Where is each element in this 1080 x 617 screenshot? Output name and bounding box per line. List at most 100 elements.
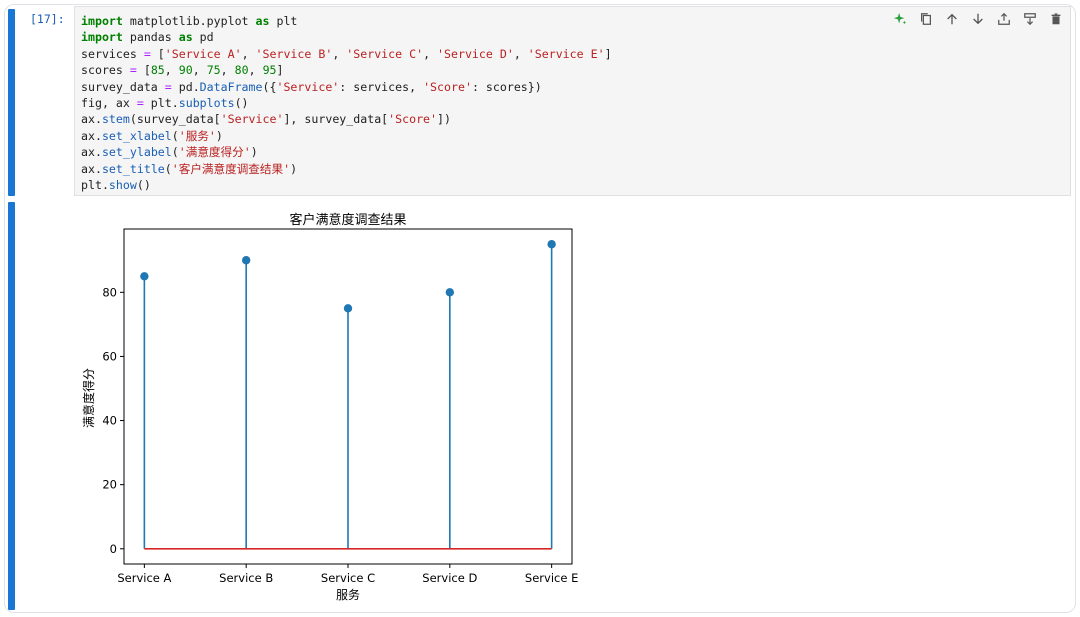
code-token: 75 — [206, 63, 221, 78]
y-axis-label: 满意度得分 — [81, 368, 96, 428]
code-token: () — [234, 96, 249, 111]
code-token: ( — [171, 145, 179, 160]
code-token: survey_data — [81, 79, 165, 94]
code-token: ax. — [81, 112, 102, 127]
code-token: , — [332, 46, 347, 61]
y-tick-label: 80 — [102, 285, 117, 299]
code-line: ax.stem(survey_data['Service'], survey_d… — [81, 112, 451, 126]
code-token: ) — [290, 161, 298, 176]
code-token: 'Service A' — [164, 46, 242, 61]
code-token: = — [129, 63, 137, 78]
code-token: import — [81, 14, 123, 28]
stem-marker — [343, 304, 353, 313]
code-token: show — [108, 178, 137, 193]
code-token: 'Score' — [423, 79, 472, 94]
y-tick-label: 40 — [102, 414, 117, 428]
code-token: plt. — [81, 178, 109, 193]
code-token: ax. — [81, 128, 102, 143]
code-token: 'Service' — [220, 112, 284, 127]
code-token: 85 — [150, 63, 165, 78]
execution-count: [17]: — [30, 12, 65, 26]
code-token: 'Service B' — [255, 46, 333, 61]
input-collapser[interactable] — [8, 9, 15, 196]
code-token: ]) — [437, 112, 451, 127]
code-token: () — [136, 178, 151, 193]
code-token: ] — [276, 63, 284, 78]
code-token: , — [241, 46, 256, 61]
code-token: '满意度得分' — [178, 145, 251, 160]
stem-marker — [547, 240, 556, 249]
code-token: , — [248, 63, 263, 78]
code-token: : scores}) — [471, 79, 542, 94]
y-tick-label: 20 — [102, 478, 117, 492]
y-tick-label: 0 — [110, 542, 117, 556]
code-line: survey_data = pd.DataFrame({'Service': s… — [81, 80, 542, 94]
code-token: scores — [81, 63, 130, 78]
code-text[interactable]: import matplotlib.pyplot as plt import p… — [81, 13, 612, 193]
sparkle-icon — [893, 12, 907, 25]
code-token: '客户满意度调查结果' — [171, 161, 291, 176]
x-tick-label: Service E — [525, 571, 578, 585]
duplicate-icon — [921, 13, 931, 25]
code-token: matplotlib.pyplot — [122, 14, 256, 28]
code-token: = — [164, 79, 172, 94]
code-token: import — [81, 30, 123, 45]
code-token: ( — [164, 161, 172, 176]
code-token: as — [255, 14, 270, 28]
code-line: ax.set_ylabel('满意度得分') — [81, 145, 258, 159]
stem-marker — [241, 256, 251, 265]
code-line: services = ['Service A', 'Service B', 'S… — [81, 47, 612, 61]
code-token: ({ — [262, 79, 277, 94]
insert-above-button[interactable] — [994, 10, 1014, 28]
stem-chart: 客户满意度调查结果 服务 满意度得分 0 20 40 60 80 Service A Ser… — [81, 212, 578, 602]
cell-toolbar — [890, 10, 1066, 28]
code-token: : services, — [339, 79, 424, 94]
sparkle-button[interactable] — [890, 10, 910, 28]
code-token: set_ylabel — [101, 145, 172, 160]
delete-icon — [1051, 13, 1061, 25]
code-token: plt. — [143, 96, 179, 111]
code-token: [ — [150, 46, 165, 61]
code-token: 80 — [234, 63, 249, 78]
code-token: stem — [101, 112, 130, 127]
code-token: fig, ax — [81, 96, 137, 111]
code-token: [ — [136, 63, 151, 78]
code-token: set_xlabel — [101, 128, 172, 143]
x-axis-label: 服务 — [336, 587, 360, 602]
delete-button[interactable] — [1046, 10, 1066, 28]
code-token: 'Service E' — [527, 46, 605, 61]
insert-below-button[interactable] — [1020, 10, 1040, 28]
code-token: 'Score' — [388, 112, 438, 127]
code-token: ) — [215, 128, 223, 143]
code-token: = — [143, 46, 151, 61]
code-token: 'Service' — [276, 79, 340, 94]
code-token: , — [220, 63, 235, 78]
output-collapser[interactable] — [8, 202, 15, 610]
code-token: 90 — [178, 63, 193, 78]
chart-title: 客户满意度调查结果 — [289, 212, 406, 228]
code-token: , — [513, 46, 528, 61]
code-token: (survey_data[ — [129, 112, 221, 127]
code-token: , — [423, 46, 438, 61]
code-token: = — [136, 96, 144, 111]
code-token: plt — [269, 14, 298, 28]
move-up-button[interactable] — [942, 10, 962, 28]
code-token: ] — [604, 46, 612, 61]
code-token: 'Service C' — [346, 46, 424, 61]
stem-marker — [140, 272, 149, 281]
x-tick-label: Service C — [321, 571, 375, 585]
code-line: scores = [85, 90, 75, 80, 95] — [81, 63, 284, 77]
code-token: 'Service D' — [437, 46, 514, 61]
code-token: '服务' — [178, 128, 216, 143]
code-line: ax.set_xlabel('服务') — [81, 129, 223, 143]
code-line: plt.show() — [81, 178, 151, 192]
duplicate-button[interactable] — [916, 10, 936, 28]
code-editor[interactable]: import matplotlib.pyplot as plt import p… — [74, 6, 1071, 196]
move-down-button[interactable] — [968, 10, 988, 28]
stem-marker — [445, 288, 455, 297]
x-tick-label: Service B — [219, 571, 273, 585]
y-tick-label: 60 — [102, 349, 117, 363]
code-token: ) — [250, 145, 258, 160]
code-token: , — [192, 63, 207, 78]
code-token: pd — [192, 30, 214, 45]
